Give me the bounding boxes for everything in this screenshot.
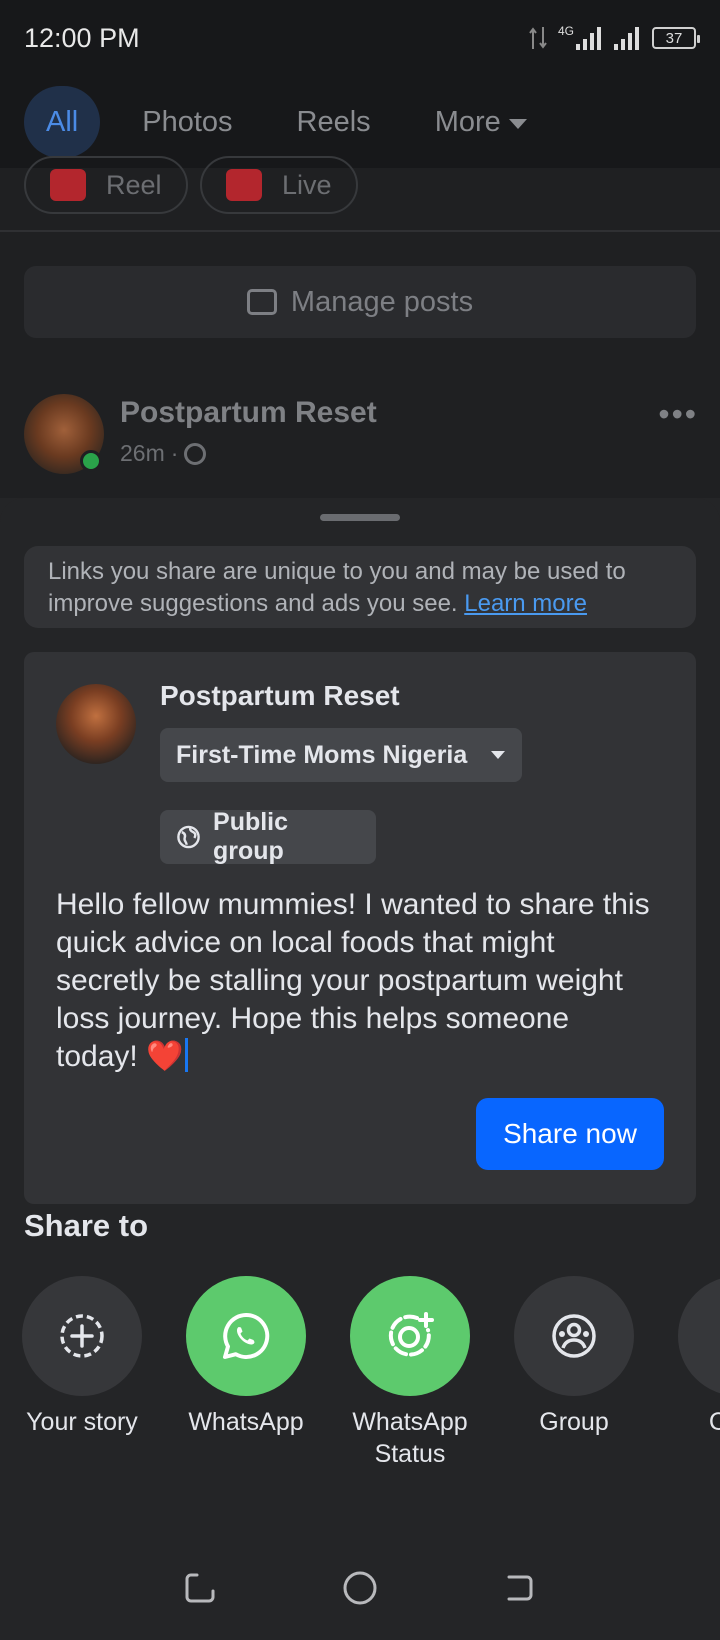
share-target-whatsapp-status[interactable]: WhatsApp Status: [335, 1276, 485, 1470]
manage-posts-button[interactable]: Manage posts: [24, 266, 696, 338]
manage-posts-icon: [246, 289, 277, 315]
online-status-dot: [80, 450, 102, 472]
manage-posts-label: Manage posts: [290, 285, 474, 318]
globe-icon: [184, 442, 207, 465]
avatar: [56, 684, 136, 764]
chip-label: Reel: [106, 169, 162, 200]
battery-level: 37: [665, 29, 683, 47]
group-icon: [514, 1276, 634, 1396]
whatsapp-status-icon: [350, 1276, 470, 1396]
recents-button[interactable]: [180, 1568, 220, 1608]
separator-dot: ·: [170, 440, 179, 466]
feed-background: Reel Live Manage posts Postpartum Reset …: [0, 156, 720, 498]
drag-handle[interactable]: [320, 514, 400, 521]
share-target-copy[interactable]: Copy: [663, 1276, 720, 1438]
tab-all[interactable]: All: [24, 86, 101, 158]
share-notice: Links you share are unique to you and ma…: [24, 546, 696, 628]
share-now-button[interactable]: Share now: [476, 1098, 664, 1170]
target-label: WhatsApp Status: [352, 1408, 468, 1468]
chevron-down-icon: [491, 751, 506, 759]
target-label: Copy: [708, 1408, 720, 1436]
status-time: 12:00 PM: [24, 22, 140, 53]
tab-label: Photos: [142, 105, 233, 138]
share-sheet: Links you share are unique to you and ma…: [0, 498, 720, 1640]
destination-dropdown[interactable]: First-Time Moms Nigeria: [160, 728, 522, 782]
reel-icon: [50, 169, 86, 201]
privacy-badge[interactable]: Public group: [160, 808, 376, 865]
signal-icon-2: [614, 27, 639, 50]
post-meta: 26m ·: [120, 440, 207, 467]
chip-label: Live: [282, 169, 332, 200]
whatsapp-icon: [186, 1276, 306, 1396]
status-bar: 12:00 PM 4G 37: [0, 0, 720, 76]
post-author[interactable]: Postpartum Reset: [120, 396, 377, 430]
live-chip[interactable]: Live: [200, 156, 358, 214]
share-targets: Your story WhatsApp WhatsApp Status Grou…: [0, 1276, 720, 1476]
chevron-down-icon: [508, 119, 527, 129]
data-arrows-icon: [529, 27, 547, 49]
share-composer: Postpartum Reset First-Time Moms Nigeria…: [24, 652, 696, 1204]
back-button[interactable]: [500, 1568, 540, 1608]
live-icon: [226, 169, 262, 201]
share-target-whatsapp[interactable]: WhatsApp: [171, 1276, 321, 1438]
share-target-group[interactable]: Group: [499, 1276, 649, 1438]
message-text: Hello fellow mummies! I wanted to share …: [56, 888, 650, 1073]
tab-more[interactable]: More: [413, 86, 549, 158]
copy-link-icon: [678, 1276, 720, 1396]
screen: 12:00 PM 4G 37 All Photos Reels More Ree…: [0, 0, 720, 1640]
recents-icon: [185, 1573, 215, 1603]
network-type: 4G: [557, 24, 574, 38]
back-icon: [507, 1575, 533, 1601]
share-target-your-story[interactable]: Your story: [7, 1276, 157, 1438]
reel-chip[interactable]: Reel: [24, 156, 188, 214]
privacy-label: Public group: [213, 808, 289, 865]
tab-label: More: [434, 105, 501, 138]
tab-reels[interactable]: Reels: [275, 86, 393, 158]
target-label: Group: [539, 1408, 609, 1436]
target-label: Your story: [26, 1408, 138, 1436]
divider: [0, 230, 720, 232]
learn-more-link[interactable]: Learn more: [464, 590, 587, 617]
share-to-heading: Share to: [24, 1208, 149, 1243]
system-nav-bar: [0, 1536, 720, 1640]
post-time: 26m: [120, 440, 165, 466]
more-options-icon[interactable]: •••: [658, 396, 698, 433]
tab-photos[interactable]: Photos: [120, 86, 254, 158]
home-icon: [343, 1571, 377, 1605]
text-cursor: [185, 1038, 189, 1072]
battery-icon: 37: [652, 27, 700, 49]
composer-author: Postpartum Reset: [160, 680, 400, 711]
tab-label: All: [46, 105, 79, 138]
home-button[interactable]: [340, 1568, 380, 1608]
status-icons: 4G 37: [528, 24, 700, 51]
signal-icon: [576, 27, 601, 50]
destination-label: First-Time Moms Nigeria: [176, 740, 468, 769]
tab-label: Reels: [296, 105, 371, 138]
tab-bar: All Photos Reels More: [0, 76, 720, 168]
globe-icon: [177, 825, 200, 849]
target-label: WhatsApp: [188, 1408, 304, 1436]
avatar[interactable]: [24, 394, 104, 474]
add-story-icon: [22, 1276, 142, 1396]
message-input[interactable]: Hello fellow mummies! I wanted to share …: [56, 886, 656, 1076]
